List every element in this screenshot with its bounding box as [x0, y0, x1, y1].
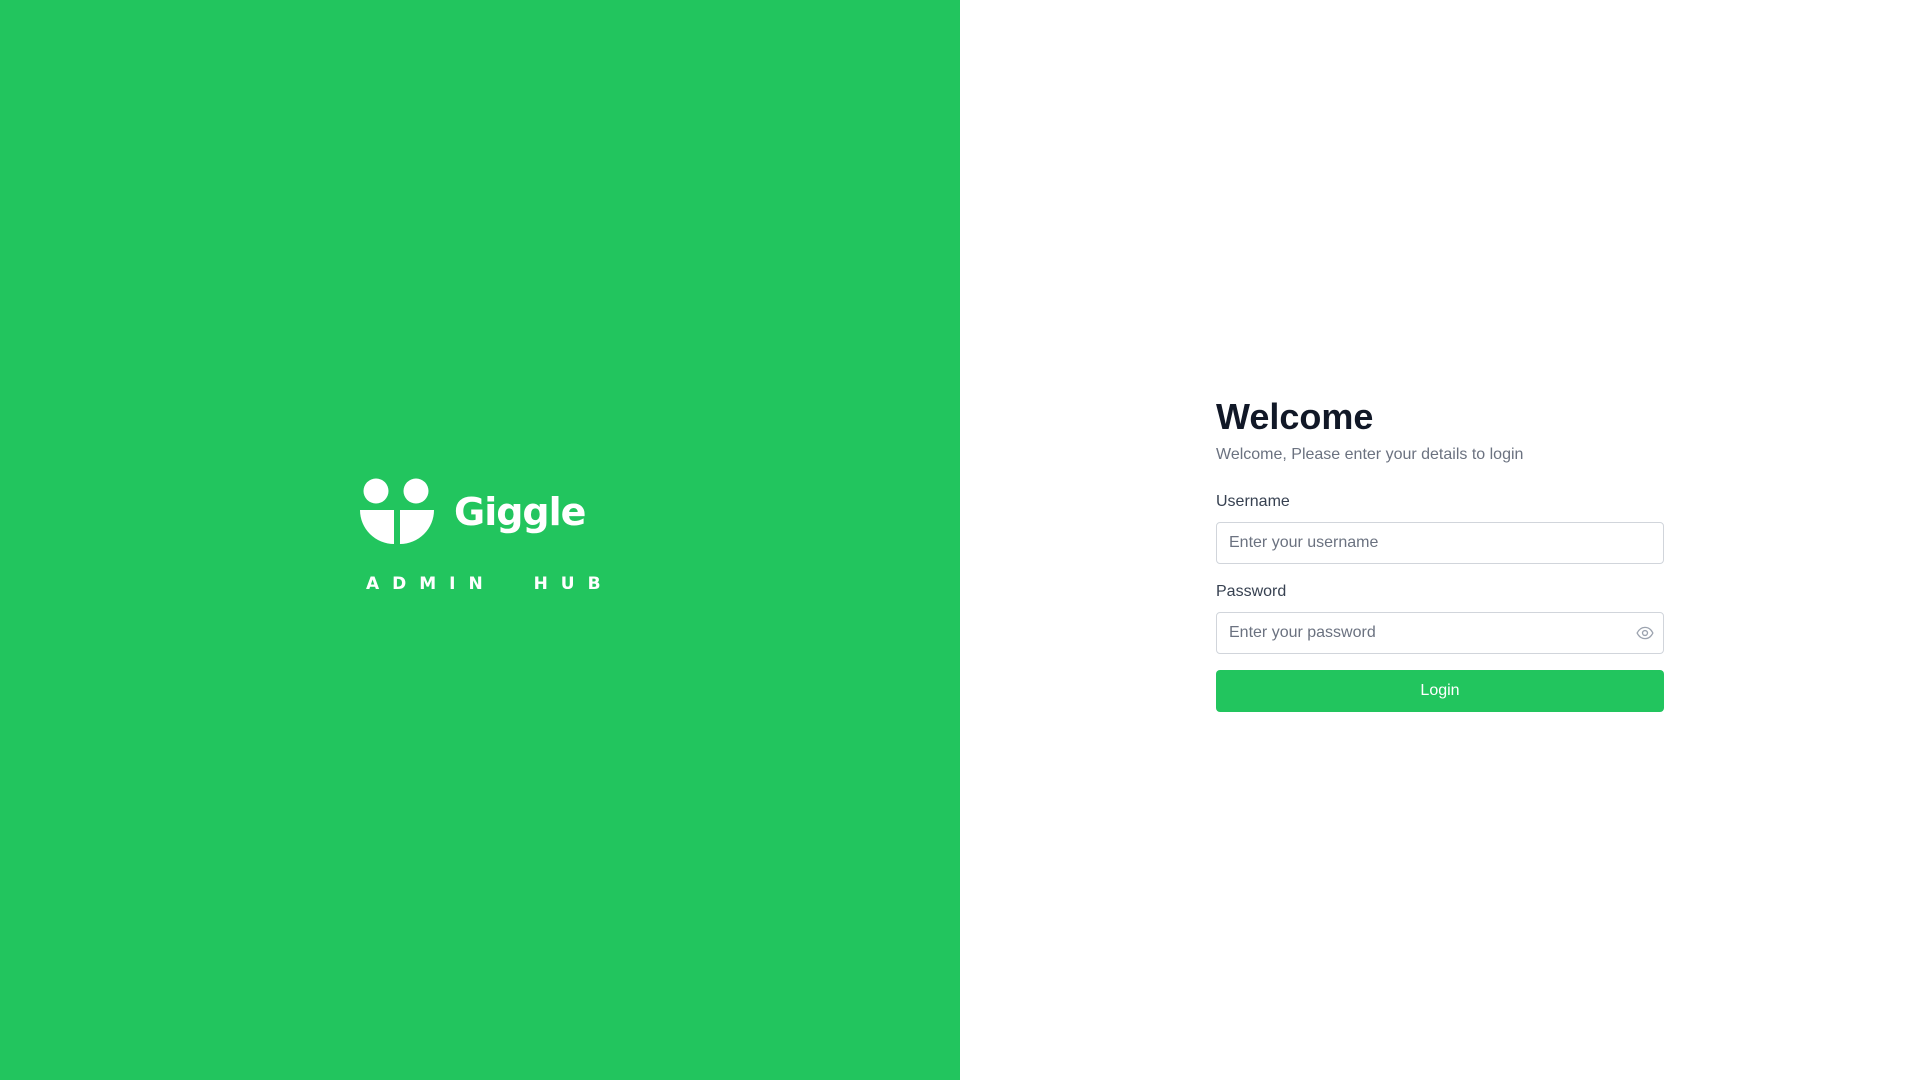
- giggle-logo-icon: [360, 478, 434, 544]
- brand-name: Giggle: [454, 490, 586, 534]
- brand-panel: Giggle ADMIN HUB: [0, 0, 960, 1080]
- login-page: Giggle ADMIN HUB Welcome Welcome, Please…: [0, 0, 1920, 1080]
- login-form: Welcome Welcome, Please enter your detai…: [1216, 396, 1664, 712]
- brand-tagline: ADMIN HUB: [366, 574, 614, 594]
- eye-icon[interactable]: [1636, 624, 1654, 642]
- login-button[interactable]: Login: [1216, 670, 1664, 712]
- page-subtitle: Welcome, Please enter your details to lo…: [1216, 446, 1524, 463]
- brand-logo: Giggle ADMIN HUB: [360, 478, 614, 594]
- logo-row: Giggle: [360, 478, 600, 546]
- password-field-wrapper: [1216, 612, 1664, 654]
- password-label: Password: [1216, 583, 1287, 600]
- password-input[interactable]: [1216, 612, 1664, 654]
- login-panel: Welcome Welcome, Please enter your detai…: [960, 0, 1920, 1080]
- username-label: Username: [1216, 493, 1290, 510]
- username-input[interactable]: [1216, 522, 1664, 564]
- username-field-wrapper: [1216, 522, 1664, 564]
- page-title: Welcome: [1216, 396, 1374, 437]
